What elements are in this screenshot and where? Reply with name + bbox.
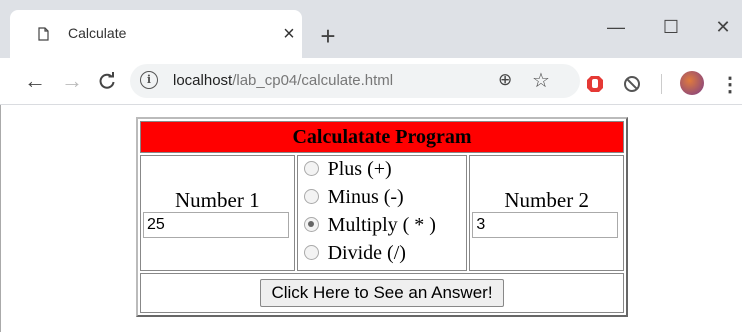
minimize-button[interactable]: — (596, 12, 636, 42)
url-text[interactable]: localhost/lab_cp04/calculate.html (173, 72, 393, 89)
browser-tab[interactable]: Calculate × (10, 10, 302, 58)
url-path: /lab_cp04/calculate.html (232, 72, 394, 89)
close-tab-icon[interactable]: × (274, 19, 304, 49)
toolbar-divider (661, 74, 662, 94)
number2-label: Number 2 (504, 188, 589, 212)
zoom-icon[interactable]: ⊕ (498, 70, 512, 90)
tab-strip: Calculate × + — ☐ ✕ (0, 0, 742, 58)
bookmark-star-icon[interactable]: ☆ (532, 68, 550, 93)
divide-radio[interactable] (303, 244, 319, 260)
minus-radio[interactable] (303, 188, 319, 204)
new-tab-button[interactable]: + (313, 21, 343, 51)
tab-title: Calculate (68, 25, 127, 41)
divide-option[interactable]: Divide (/) (303, 242, 406, 268)
plus-option[interactable]: Plus (+) (303, 158, 392, 184)
number1-input[interactable] (143, 212, 289, 238)
operation-cell: Plus (+) Minus (-) Multiply ( * ) Divide… (296, 155, 468, 271)
reload-icon (99, 72, 115, 89)
extension-block-icon[interactable] (622, 74, 642, 94)
number1-label: Number 1 (175, 188, 260, 212)
see-answer-button[interactable]: Click Here to See an Answer! (260, 279, 504, 307)
url-host: localhost (173, 72, 233, 89)
plus-radio[interactable] (303, 160, 319, 176)
profile-avatar[interactable] (680, 71, 704, 95)
number1-cell: Number 1 (140, 155, 295, 271)
page-content: Calculatate Program Number 1 Plus (+) Mi… (0, 105, 742, 332)
page-icon (38, 27, 49, 41)
browser-toolbar: ← → i localhost/lab_cp04/calculate.html … (0, 58, 742, 105)
multiply-label: Multiply ( * ) (327, 214, 436, 236)
reload-button[interactable] (92, 66, 122, 96)
minus-option[interactable]: Minus (-) (303, 186, 404, 212)
browser-menu-icon[interactable]: ⋮ (720, 72, 740, 97)
divide-label: Divide (/) (327, 242, 406, 264)
multiply-radio[interactable] (303, 216, 319, 232)
address-bar[interactable]: i localhost/lab_cp04/calculate.html ⊕ ☆ (130, 64, 580, 98)
plus-label: Plus (+) (327, 158, 392, 180)
close-window-button[interactable]: ✕ (703, 12, 742, 42)
program-title: Calculatate Program (140, 121, 624, 153)
calculator-table: Calculatate Program Number 1 Plus (+) Mi… (136, 117, 628, 317)
submit-cell: Click Here to See an Answer! (140, 273, 624, 313)
number2-cell: Number 2 (469, 155, 624, 271)
forward-button[interactable]: → (57, 66, 87, 96)
minus-label: Minus (-) (327, 186, 404, 208)
site-info-icon[interactable]: i (140, 71, 158, 89)
multiply-option[interactable]: Multiply ( * ) (303, 214, 436, 240)
number2-input[interactable] (472, 212, 619, 238)
extension-stop-icon[interactable] (585, 74, 605, 94)
back-button[interactable]: ← (20, 66, 50, 96)
maximize-button[interactable]: ☐ (651, 12, 691, 42)
